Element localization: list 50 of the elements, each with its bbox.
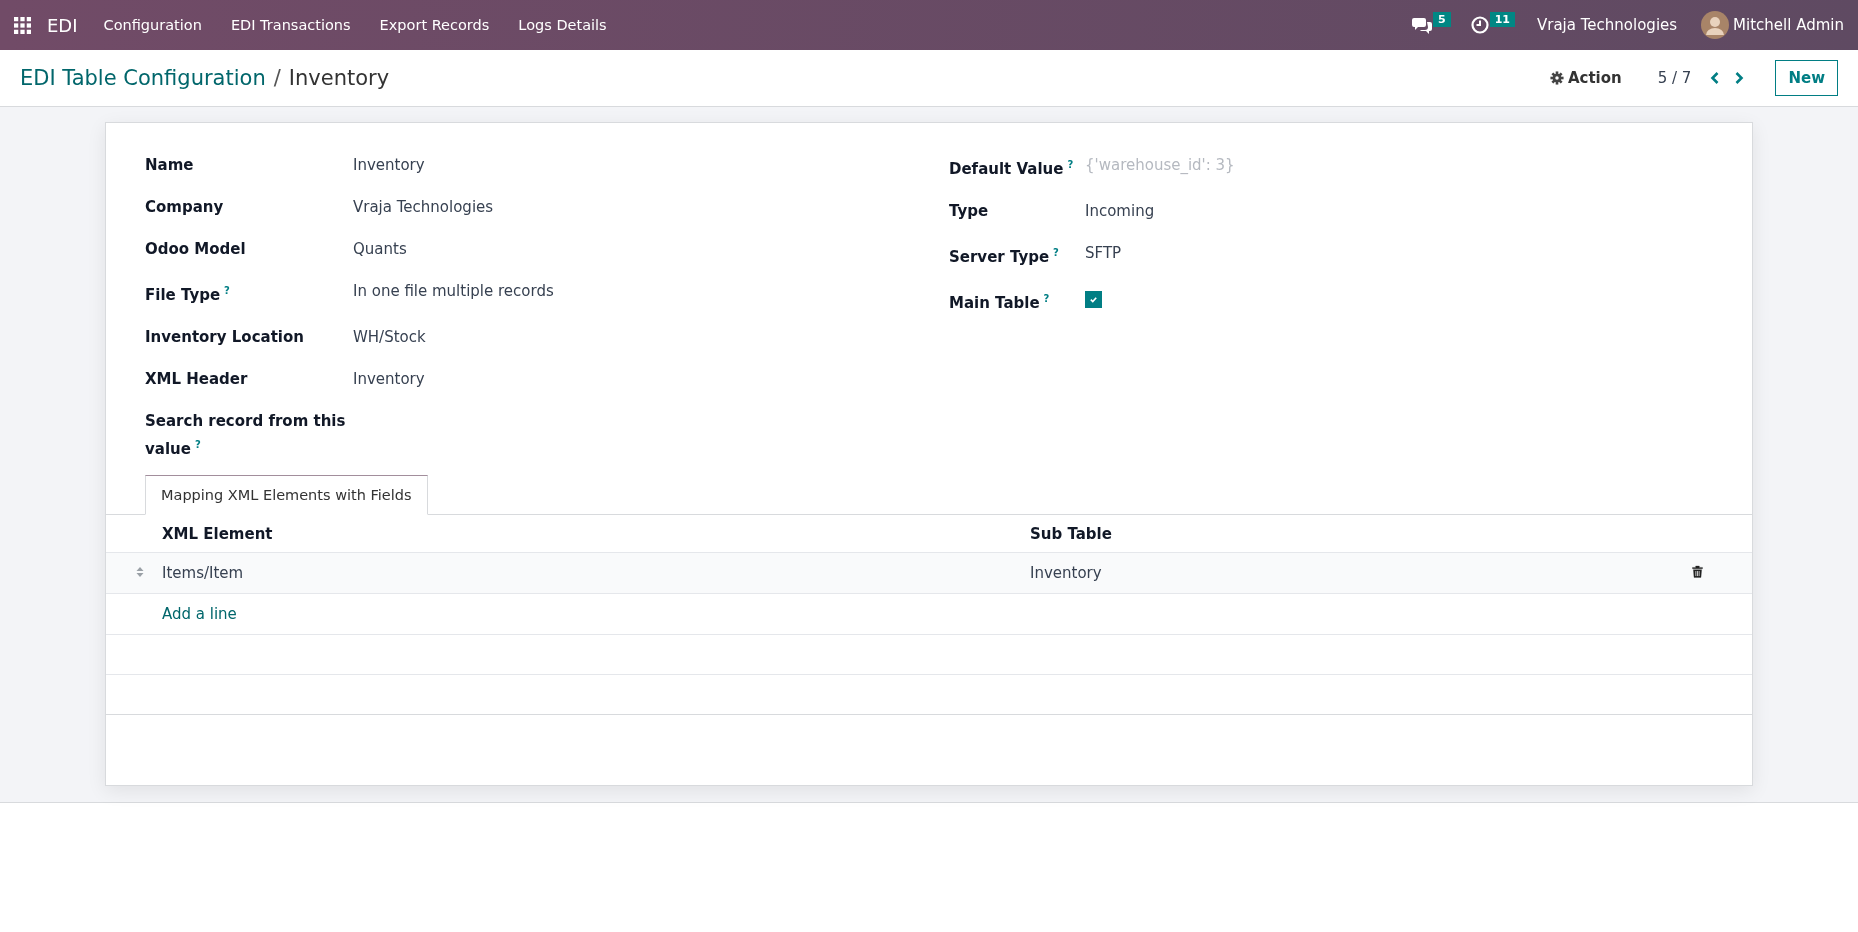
field-label: Company xyxy=(145,197,225,218)
field-label: Search record from this value $^{?}$ xyxy=(145,411,347,460)
field-value[interactable]: Vraja Technologies xyxy=(353,198,494,216)
field-label: XML Header xyxy=(145,369,249,390)
apps-menu-icon[interactable] xyxy=(14,16,31,34)
checkbox[interactable] xyxy=(1085,291,1102,308)
activity-count-badge: 11 xyxy=(1489,11,1515,27)
field-label: Default Value $^{?}$ xyxy=(949,158,1075,180)
app-name[interactable]: EDI xyxy=(47,14,78,36)
field-label: File Type $^{?}$ xyxy=(145,284,231,306)
add-line-link[interactable]: Add a line xyxy=(162,605,237,623)
next-icon[interactable] xyxy=(1733,71,1746,85)
avatar-icon[interactable] xyxy=(1701,11,1730,39)
table-cell: Items/Item xyxy=(162,552,1030,594)
pager-value: 5 / 7 xyxy=(1657,69,1692,87)
field-value[interactable]: WH/Stock xyxy=(353,328,426,346)
field-value[interactable]: In one file multiple records xyxy=(353,282,554,300)
new-button[interactable]: New xyxy=(1775,60,1838,96)
field-label: Server Type $^{?}$ xyxy=(949,246,1060,268)
table-cell: Inventory xyxy=(1030,552,1692,594)
breadcrumb-current: Inventory xyxy=(288,66,390,90)
company-switcher[interactable]: Vraja Technologies xyxy=(1537,16,1678,34)
field-value[interactable]: Inventory xyxy=(353,156,425,174)
field-value[interactable]: Quants xyxy=(353,240,407,258)
trash-icon[interactable] xyxy=(1692,565,1703,578)
breadcrumb-separator: / xyxy=(273,66,281,90)
message-count-badge: 5 xyxy=(1433,11,1451,27)
menu-item[interactable]: Export Records xyxy=(379,17,490,33)
menu-item[interactable]: Configuration xyxy=(103,17,202,33)
field-label: Odoo Model xyxy=(145,239,247,260)
menu-item[interactable]: Logs Details xyxy=(518,17,607,33)
user-name[interactable]: Mitchell Admin xyxy=(1733,16,1844,34)
menu-item[interactable]: EDI Transactions xyxy=(230,17,351,33)
field-label: Inventory Location xyxy=(145,327,305,348)
notebook-tab[interactable]: Mapping XML Elements with Fields xyxy=(145,475,428,515)
clock-icon[interactable] xyxy=(1470,16,1489,34)
breadcrumb-link[interactable]: EDI Table Configuration xyxy=(20,66,266,90)
checkmark-icon xyxy=(1089,295,1098,304)
column-header[interactable]: XML Element xyxy=(162,515,1030,553)
field-value[interactable]: Incoming xyxy=(1085,202,1155,220)
action-button[interactable]: Action xyxy=(1543,68,1628,88)
drag-handle-icon[interactable] xyxy=(136,566,144,578)
gear-icon xyxy=(1549,71,1564,85)
chat-icon[interactable] xyxy=(1412,16,1433,34)
field-label: Main Table $^{?}$ xyxy=(949,292,1051,314)
column-header[interactable]: Sub Table xyxy=(1030,515,1692,553)
field-label: Type xyxy=(949,201,990,222)
field-value[interactable]: Inventory xyxy=(353,370,425,388)
field-value[interactable]: SFTP xyxy=(1085,244,1122,262)
field-label: Name xyxy=(145,155,195,176)
